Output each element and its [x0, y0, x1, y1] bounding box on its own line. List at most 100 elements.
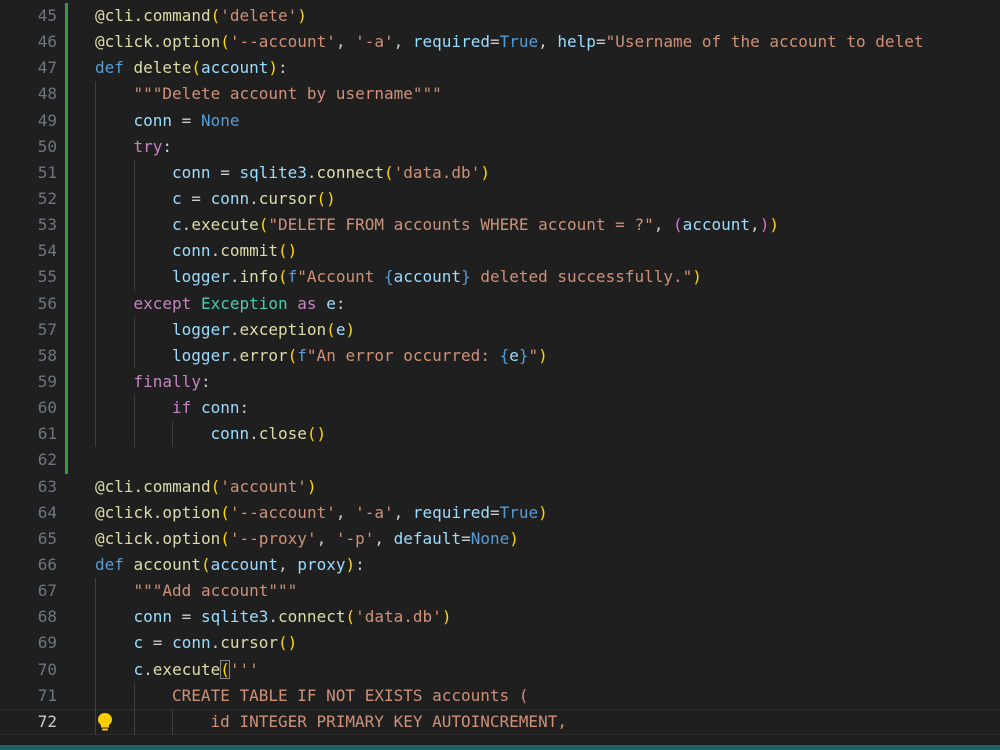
code-text[interactable]: conn.commit() [172, 238, 297, 264]
code-line[interactable]: 70 c.execute(''' [0, 656, 1000, 683]
code-text[interactable]: @cli.command('account') [95, 474, 317, 500]
code-text[interactable]: conn = sqlite3.connect('data.db') [172, 160, 490, 186]
line-number[interactable]: 50 [0, 134, 57, 160]
line-number[interactable]: 71 [0, 683, 57, 709]
added-line-marker[interactable] [65, 55, 68, 82]
added-line-marker[interactable] [65, 81, 68, 108]
code-line[interactable]: 49 conn = None [0, 107, 1000, 134]
code-text[interactable]: @click.option('--proxy', '-p', default=N… [95, 526, 519, 552]
code-text[interactable]: def delete(account): [95, 55, 288, 81]
code-line[interactable]: 45 @cli.command('delete') [0, 3, 1000, 30]
code-text[interactable]: conn.close() [211, 421, 327, 447]
added-line-marker[interactable] [65, 107, 68, 134]
code-line[interactable]: 60 if conn: [0, 395, 1000, 422]
code-line[interactable]: 72 id INTEGER PRIMARY KEY AUTOINCREMENT, [0, 708, 1000, 735]
code-text[interactable]: @click.option('--account', '-a', require… [95, 29, 923, 55]
line-number[interactable]: 45 [0, 3, 57, 29]
added-line-marker[interactable] [65, 212, 68, 239]
added-line-marker[interactable] [65, 264, 68, 291]
code-text[interactable]: """Add account""" [134, 578, 298, 604]
line-number[interactable]: 63 [0, 474, 57, 500]
code-line[interactable]: 51 conn = sqlite3.connect('data.db') [0, 159, 1000, 186]
added-line-marker[interactable] [65, 3, 68, 30]
code-line[interactable]: 46 @click.option('--account', '-a', requi… [0, 29, 1000, 56]
line-number[interactable]: 46 [0, 29, 57, 55]
code-text[interactable]: conn = sqlite3.connect('data.db') [134, 604, 452, 630]
code-line[interactable]: 53 c.execute("DELETE FROM accounts WHERE … [0, 212, 1000, 239]
code-line[interactable]: 71 CREATE TABLE IF NOT EXISTS accounts ( [0, 682, 1000, 709]
code-line[interactable]: 57 logger.exception(e) [0, 316, 1000, 343]
lightbulb-icon[interactable] [96, 712, 114, 732]
line-number[interactable]: 67 [0, 578, 57, 604]
added-line-marker[interactable] [65, 421, 68, 448]
line-number[interactable]: 49 [0, 108, 57, 134]
added-line-marker[interactable] [65, 290, 68, 317]
code-line[interactable]: 50 try: [0, 133, 1000, 160]
code-line[interactable]: 47 def delete(account): [0, 55, 1000, 82]
code-line[interactable]: 56 except Exception as e: [0, 290, 1000, 317]
added-line-marker[interactable] [65, 185, 68, 213]
code-line[interactable]: 59 finally: [0, 368, 1000, 396]
code-line[interactable]: 58 logger.error(f"An error occurred: {e}"… [0, 342, 1000, 369]
line-number[interactable]: 62 [0, 447, 57, 473]
line-number[interactable]: 65 [0, 526, 57, 552]
code-line[interactable]: 67 """Add account""" [0, 578, 1000, 605]
added-line-marker[interactable] [65, 29, 68, 56]
code-line[interactable]: 54 conn.commit() [0, 238, 1000, 265]
code-text[interactable]: logger.exception(e) [172, 317, 355, 343]
line-number[interactable]: 60 [0, 395, 57, 421]
added-line-marker[interactable] [65, 368, 68, 396]
code-text[interactable]: logger.error(f"An error occurred: {e}") [172, 343, 548, 369]
code-text[interactable]: c = conn.cursor() [134, 630, 298, 656]
code-text[interactable]: try: [134, 134, 173, 160]
code-text[interactable]: c = conn.cursor() [172, 186, 336, 212]
line-number[interactable]: 52 [0, 186, 57, 212]
code-line[interactable]: 69 c = conn.cursor() [0, 630, 1000, 657]
line-number[interactable]: 57 [0, 317, 57, 343]
code-text[interactable]: @click.option('--account', '-a', require… [95, 500, 548, 526]
code-line[interactable]: 65 @click.option('--proxy', '-p', default… [0, 526, 1000, 552]
code-line[interactable]: 55 logger.info(f"Account {account} delete… [0, 264, 1000, 291]
added-line-marker[interactable] [65, 395, 68, 422]
line-number[interactable]: 58 [0, 343, 57, 369]
code-text[interactable]: def account(account, proxy): [95, 552, 365, 578]
code-text[interactable]: except Exception as e: [134, 291, 346, 317]
line-number[interactable]: 69 [0, 630, 57, 656]
line-number[interactable]: 56 [0, 291, 57, 317]
added-line-marker[interactable] [65, 238, 68, 265]
line-number[interactable]: 55 [0, 264, 57, 290]
code-line[interactable]: 66 def account(account, proxy): [0, 552, 1000, 578]
code-text[interactable]: logger.info(f"Account {account} deleted … [172, 264, 702, 290]
added-line-marker[interactable] [65, 159, 68, 186]
code-line[interactable]: 62 [0, 447, 1000, 474]
added-line-marker[interactable] [65, 447, 68, 474]
line-number[interactable]: 70 [0, 657, 57, 683]
line-number[interactable]: 64 [0, 500, 57, 526]
code-text[interactable]: id INTEGER PRIMARY KEY AUTOINCREMENT, [211, 709, 567, 735]
code-line[interactable]: 63 @cli.command('account') [0, 474, 1000, 500]
code-text[interactable]: """Delete account by username""" [134, 81, 442, 107]
line-number[interactable]: 51 [0, 160, 57, 186]
code-line[interactable]: 48 """Delete account by username""" [0, 81, 1000, 108]
code-line[interactable]: 52 c = conn.cursor() [0, 185, 1000, 213]
added-line-marker[interactable] [65, 342, 68, 369]
code-text[interactable]: CREATE TABLE IF NOT EXISTS accounts ( [172, 683, 528, 709]
code-line[interactable]: 68 conn = sqlite3.connect('data.db') [0, 604, 1000, 631]
line-number[interactable]: 59 [0, 369, 57, 395]
code-text[interactable]: conn = None [134, 108, 240, 134]
code-line[interactable]: 61 conn.close() [0, 421, 1000, 448]
line-number[interactable]: 66 [0, 552, 57, 578]
code-line[interactable]: 64 @click.option('--account', '-a', requi… [0, 500, 1000, 526]
code-text[interactable]: @cli.command('delete') [95, 3, 307, 29]
line-number[interactable]: 68 [0, 604, 57, 630]
code-area[interactable]: 45 @cli.command('delete') 46 @click.option(… [0, 3, 1000, 735]
line-number[interactable]: 47 [0, 55, 57, 81]
code-text[interactable]: if conn: [172, 395, 249, 421]
code-text[interactable]: finally: [134, 369, 211, 395]
line-number[interactable]: 48 [0, 81, 57, 107]
line-number[interactable]: 53 [0, 212, 57, 238]
code-text[interactable]: c.execute(''' [134, 657, 259, 683]
added-line-marker[interactable] [65, 316, 68, 343]
code-text[interactable]: c.execute("DELETE FROM accounts WHERE ac… [172, 212, 779, 238]
added-line-marker[interactable] [65, 133, 68, 160]
